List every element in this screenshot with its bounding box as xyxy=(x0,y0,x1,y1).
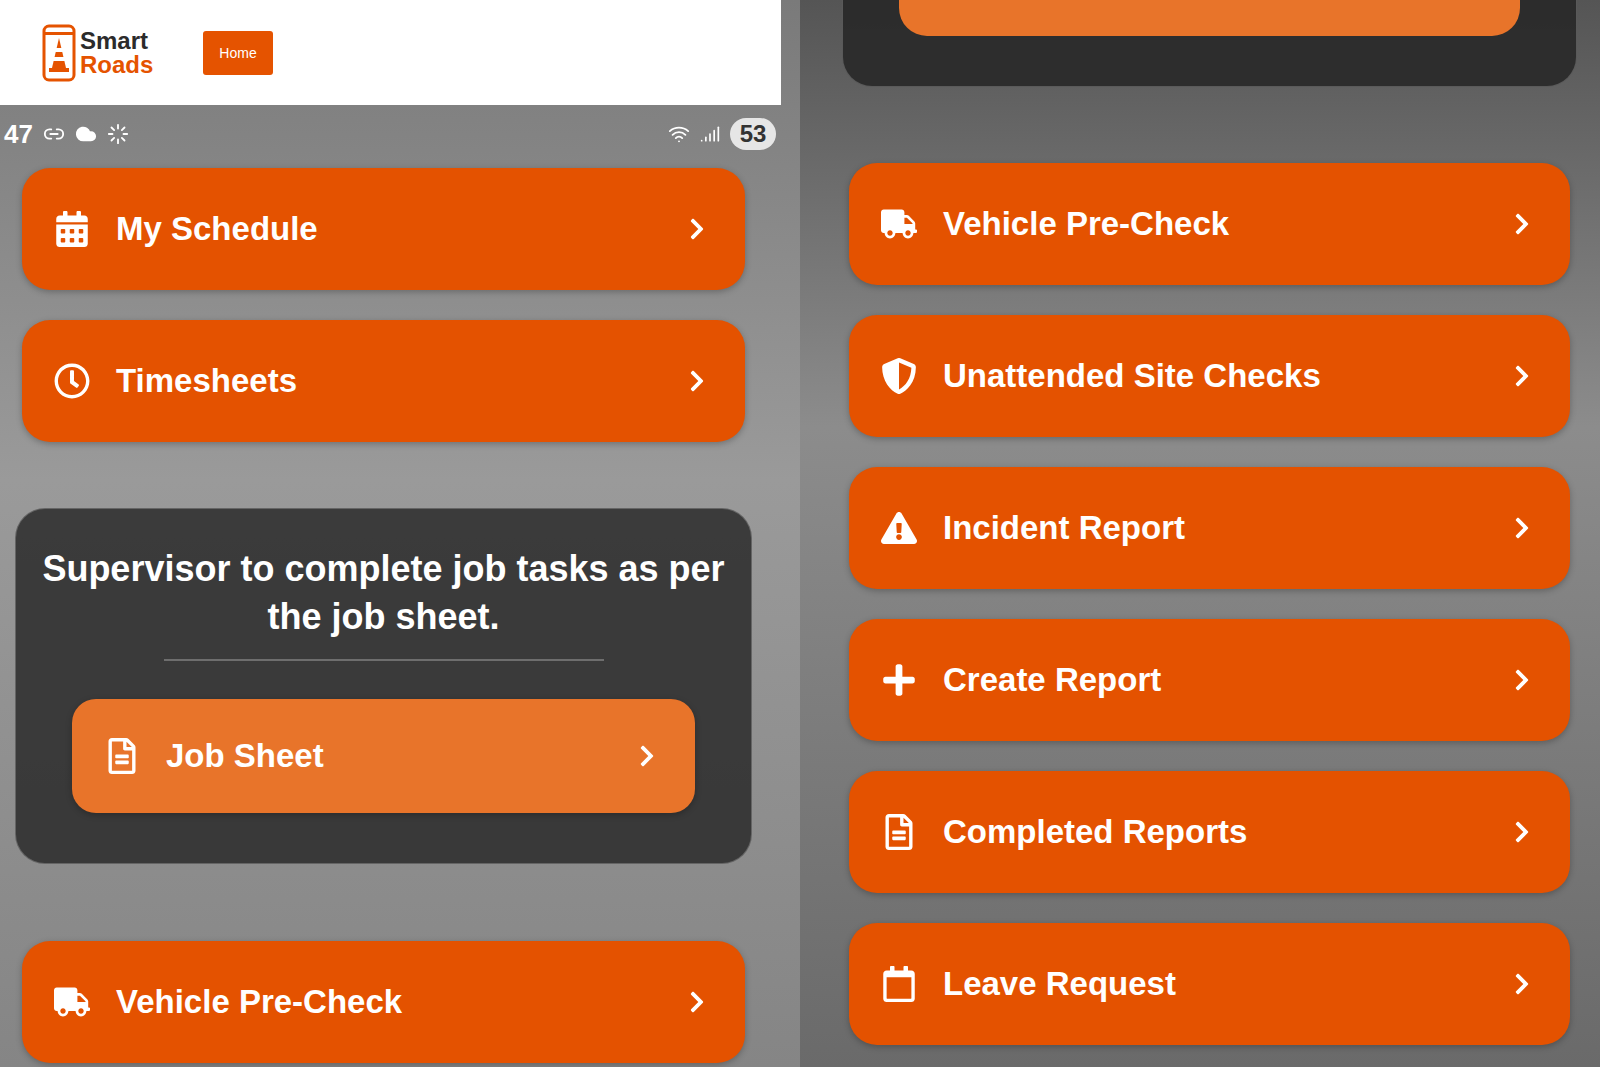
chevron-right-icon xyxy=(685,369,709,393)
chevron-right-icon xyxy=(1510,212,1534,236)
notice-card xyxy=(842,0,1577,87)
truck-icon xyxy=(881,206,917,242)
document-icon xyxy=(104,738,140,774)
battery: 53 xyxy=(730,118,776,150)
chevron-right-icon xyxy=(685,990,709,1014)
menu-button[interactable]: Timesheets xyxy=(22,320,745,442)
menu-button[interactable]: Completed Reports xyxy=(849,771,1570,893)
home-button[interactable]: Home xyxy=(203,31,272,75)
menu-button[interactable]: Job Sheet xyxy=(72,699,695,813)
shield-icon xyxy=(881,358,917,394)
job-sheet-button[interactable] xyxy=(899,0,1520,36)
chevron-right-icon xyxy=(1510,972,1534,996)
logo[interactable]: SmartRoads xyxy=(42,24,153,82)
chevron-right-icon xyxy=(1510,668,1534,692)
cloud-icon xyxy=(75,123,97,145)
menu-button[interactable]: Vehicle Pre-Check xyxy=(22,941,745,1063)
right-phone: Vehicle Pre-Check Unattended Site Checks I… xyxy=(800,0,1600,1067)
chevron-right-icon xyxy=(1510,364,1534,388)
menu-button[interactable]: My Schedule xyxy=(22,168,745,290)
site-header: SmartRoads Home xyxy=(0,0,781,105)
wifi-icon xyxy=(668,123,690,145)
plus-icon xyxy=(881,662,917,698)
menu-button[interactable]: Incident Report xyxy=(849,467,1570,589)
clock-icon xyxy=(54,363,90,399)
menu-label: Leave Request xyxy=(943,965,1484,1003)
logo-text: Roads xyxy=(80,53,153,77)
menu-label: Job Sheet xyxy=(166,737,609,775)
menu-label: Vehicle Pre-Check xyxy=(116,983,659,1021)
logo-phone-cone-icon xyxy=(42,24,76,82)
menu-label: Incident Report xyxy=(943,509,1484,547)
document-icon xyxy=(881,814,917,850)
menu-label: Vehicle Pre-Check xyxy=(943,205,1484,243)
menu-label: Timesheets xyxy=(116,362,659,400)
sync-icon xyxy=(107,123,129,145)
divider xyxy=(164,659,604,661)
notice-text: Supervisor to complete job tasks as per … xyxy=(32,545,735,641)
link-icon xyxy=(43,123,65,145)
chevron-right-icon xyxy=(685,217,709,241)
menu-button[interactable]: Leave Request xyxy=(849,923,1570,1045)
calendar-icon xyxy=(54,211,90,247)
warning-icon xyxy=(881,510,917,546)
page: SmartRoads Home 47 53 My Schedule Timesheets S… xyxy=(0,0,1600,1067)
signal-icon xyxy=(700,124,720,144)
status-bar: 47 53 xyxy=(0,105,800,163)
chevron-right-icon xyxy=(1510,516,1534,540)
menu-button[interactable]: Create Report xyxy=(849,619,1570,741)
chevron-right-icon xyxy=(635,744,659,768)
menu-button[interactable]: Vehicle Pre-Check xyxy=(849,163,1570,285)
chevron-right-icon xyxy=(1510,820,1534,844)
menu-label: My Schedule xyxy=(116,210,659,248)
left-phone: SmartRoads Home 47 53 My Schedule Timesheets S… xyxy=(0,0,800,1067)
calendar-icon xyxy=(881,966,917,1002)
truck-icon xyxy=(54,984,90,1020)
notice-card: Supervisor to complete job tasks as per … xyxy=(15,508,752,864)
menu-label: Completed Reports xyxy=(943,813,1484,851)
status-time: 47 xyxy=(4,119,33,150)
menu-label: Create Report xyxy=(943,661,1484,699)
logo-text: Smart xyxy=(80,29,153,53)
menu-button[interactable]: Unattended Site Checks xyxy=(849,315,1570,437)
menu-label: Unattended Site Checks xyxy=(943,357,1484,395)
